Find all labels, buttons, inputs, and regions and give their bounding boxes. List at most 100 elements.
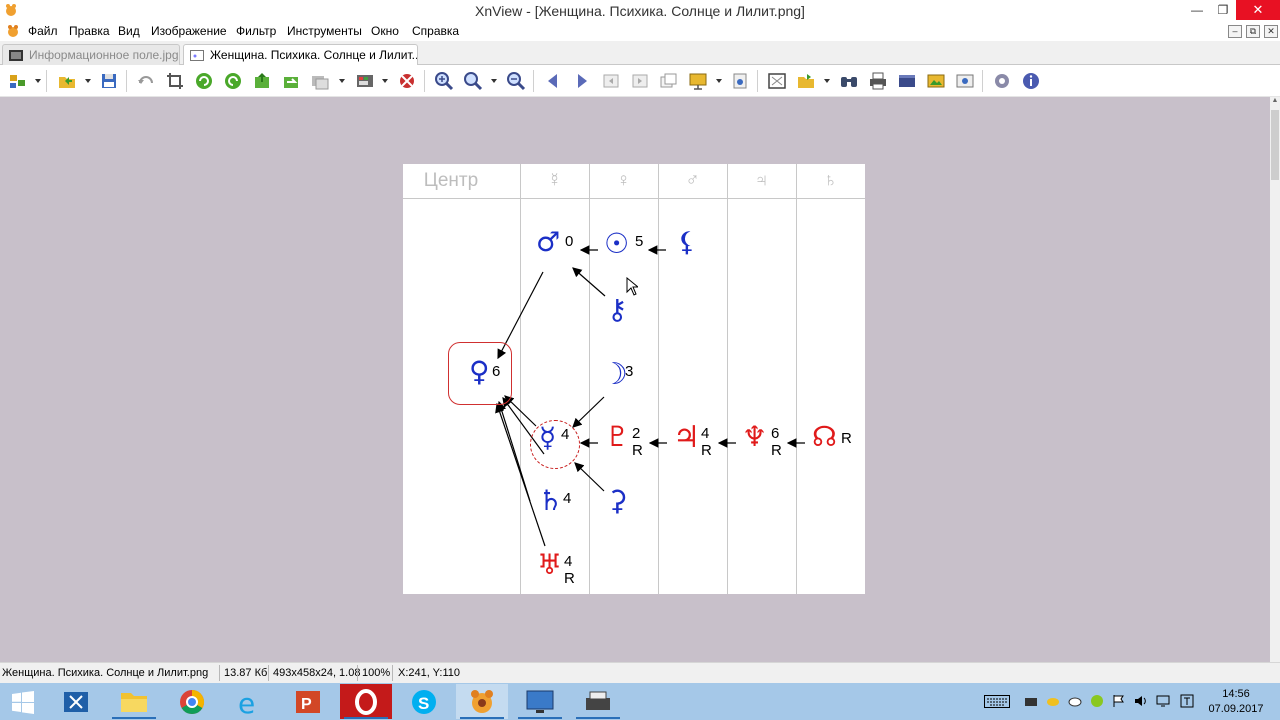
status-separator <box>392 665 393 681</box>
menu-filter[interactable]: Фильтр <box>236 24 276 38</box>
vertical-scrollbar[interactable] <box>1270 97 1280 662</box>
scanner-icon[interactable] <box>897 71 917 91</box>
taskbar-printer-app[interactable] <box>572 684 624 719</box>
internet-explorer-icon: e <box>238 687 255 720</box>
screen-capture-icon[interactable] <box>955 71 975 91</box>
save-icon[interactable] <box>99 71 119 91</box>
tray-app-icon[interactable] <box>1024 694 1038 708</box>
tab-info-field[interactable]: Информационное поле.jpg <box>2 44 180 65</box>
taskbar-clock-date[interactable]: 07.09.2017 <box>1208 703 1264 715</box>
taskbar-snipping-tool[interactable] <box>50 684 102 719</box>
find-icon[interactable] <box>839 71 859 91</box>
mdi-restore-button[interactable]: ⧉ <box>1246 25 1260 38</box>
menu-file[interactable]: Файл <box>28 24 58 38</box>
menu-tools[interactable]: Инструменты <box>287 24 362 38</box>
jupiter-glyph: ♃ <box>673 420 700 455</box>
tray-onedrive-icon[interactable] <box>1068 694 1082 708</box>
about-info-icon[interactable] <box>1021 71 1041 91</box>
zoom-in-icon[interactable] <box>434 71 454 91</box>
menu-bar: Файл Правка Вид Изображение Фильтр Инстр… <box>0 22 1280 41</box>
scroll-up-arrow[interactable]: ▲ <box>1270 97 1280 107</box>
close-button[interactable]: ✕ <box>1236 0 1280 20</box>
mouse-cursor-icon <box>626 277 638 296</box>
xnview-menu-icon[interactable] <box>6 24 20 38</box>
rotate-left-icon[interactable] <box>194 71 214 91</box>
toolbar-separator <box>982 70 983 92</box>
browser-icon[interactable] <box>8 71 28 91</box>
open-folder-icon[interactable] <box>57 71 77 91</box>
taskbar-powerpoint[interactable]: P <box>282 684 334 719</box>
menu-view[interactable]: Вид <box>118 24 140 38</box>
last-page-icon[interactable] <box>630 71 650 91</box>
convert-icon[interactable] <box>281 71 301 91</box>
ceres-glyph: ⚳ <box>607 484 628 517</box>
monitor-icon <box>526 690 554 713</box>
fullscreen-icon[interactable] <box>767 71 787 91</box>
title-bar: XnView - [Женщина. Психика. Солнце и Лил… <box>0 0 1280 22</box>
taskbar-xnview[interactable] <box>456 684 508 719</box>
keyboard-icon[interactable] <box>984 694 1010 708</box>
batch-icon[interactable] <box>310 71 330 91</box>
mdi-minimize-button[interactable]: – <box>1228 25 1242 38</box>
export-icon[interactable] <box>252 71 272 91</box>
windows-start-icon[interactable] <box>8 689 38 715</box>
status-filename: Женщина. Психика. Солнце и Лилит.png <box>2 667 209 679</box>
saturn-glyph: ♄ <box>538 484 564 517</box>
taskbar-remote-desktop[interactable] <box>514 684 566 719</box>
menu-image[interactable]: Изображение <box>151 24 227 38</box>
slideshow-dropdown-arrow[interactable] <box>716 79 722 83</box>
svg-text:P: P <box>301 696 312 713</box>
undo-icon[interactable] <box>136 71 156 91</box>
pluto-label: 2 <box>632 425 641 442</box>
slideshow-icon[interactable] <box>688 71 708 91</box>
open-dropdown-arrow[interactable] <box>85 79 91 83</box>
copy-dropdown-arrow[interactable] <box>824 79 830 83</box>
taskbar-file-explorer[interactable] <box>108 684 160 719</box>
menu-edit[interactable]: Правка <box>69 24 110 38</box>
skype-icon: S <box>412 690 436 714</box>
adjust-colors-icon[interactable] <box>355 71 375 91</box>
status-separator <box>219 665 220 681</box>
previous-image-icon[interactable] <box>543 71 563 91</box>
taskbar-internet-explorer[interactable]: e <box>224 684 276 720</box>
tray-update-icon[interactable] <box>1090 694 1104 708</box>
batch-dropdown-arrow[interactable] <box>339 79 345 83</box>
settings-gear-icon[interactable] <box>992 71 1012 91</box>
network-icon[interactable] <box>1156 694 1170 708</box>
tab-current-image[interactable]: Женщина. Психика. Солнце и Лилит... <box>183 44 418 65</box>
copy-to-icon[interactable] <box>796 71 816 91</box>
tray-cloud-icon[interactable] <box>1046 694 1060 708</box>
rotate-right-icon[interactable] <box>223 71 243 91</box>
action-center-flag-icon[interactable] <box>1112 694 1126 708</box>
mdi-close-button[interactable]: ✕ <box>1264 25 1278 38</box>
displayed-image: Центр ☿ ♀ ♂ ♃ ♄ ♂ 0 ☉ 5 ⚸ ⚷ ♀ 6 ☽ 3 ☿ 4 … <box>403 164 865 594</box>
taskbar-clock-time[interactable]: 14:56 <box>1210 688 1262 700</box>
crop-icon[interactable] <box>165 71 185 91</box>
zoom-fit-icon[interactable] <box>463 71 483 91</box>
multipage-icon[interactable] <box>659 71 679 91</box>
maximize-button[interactable]: ❐ <box>1210 0 1236 20</box>
jupiter-label: 4 <box>701 425 710 442</box>
menu-help[interactable]: Справка <box>412 24 459 38</box>
minimize-button[interactable]: — <box>1184 0 1210 20</box>
print-icon[interactable] <box>868 71 888 91</box>
menu-window[interactable]: Окно <box>371 24 399 38</box>
volume-icon[interactable] <box>1134 694 1148 708</box>
language-icon[interactable] <box>1180 694 1194 708</box>
next-image-icon[interactable] <box>572 71 592 91</box>
chiron-glyph: ⚷ <box>607 293 628 326</box>
taskbar-skype[interactable]: S <box>398 684 450 719</box>
taskbar-chrome[interactable] <box>166 684 218 719</box>
taskbar-opera[interactable] <box>340 684 392 719</box>
first-page-icon[interactable] <box>601 71 621 91</box>
wallpaper-icon[interactable] <box>926 71 946 91</box>
zoom-out-icon[interactable] <box>506 71 526 91</box>
zoom-dropdown-arrow[interactable] <box>491 79 497 83</box>
image-info-icon[interactable] <box>730 71 750 91</box>
red-eye-icon[interactable] <box>397 71 417 91</box>
mars-label: 0 <box>565 233 574 250</box>
browser-dropdown-arrow[interactable] <box>35 79 41 83</box>
adjust-dropdown-arrow[interactable] <box>382 79 388 83</box>
scrollbar-thumb[interactable] <box>1271 110 1279 180</box>
saturn-label: 4 <box>563 490 572 507</box>
